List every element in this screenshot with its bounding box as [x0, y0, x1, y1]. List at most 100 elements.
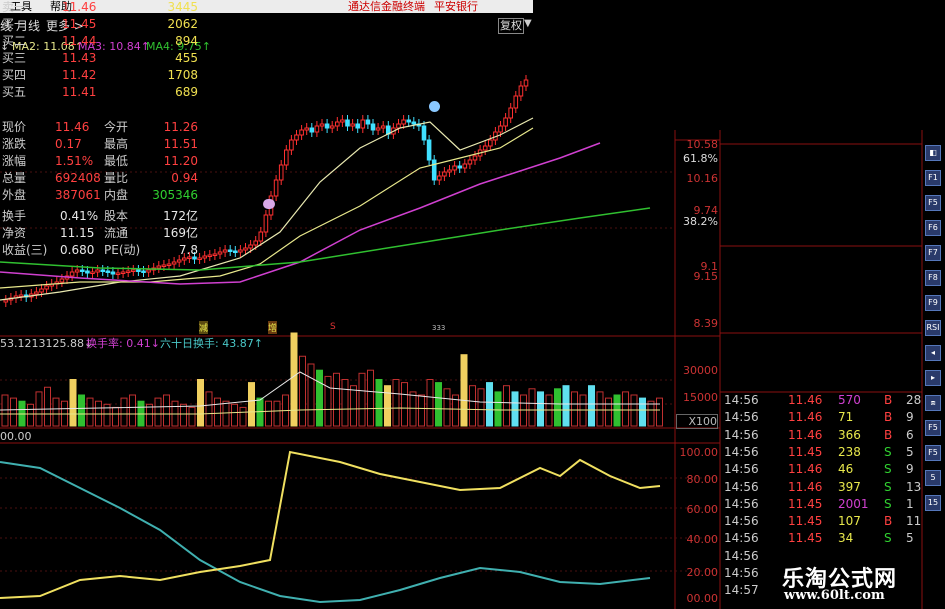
tick-count: 9 — [906, 462, 914, 477]
tick-side: B — [884, 514, 893, 529]
sidebar-tool-button[interactable]: 5 — [925, 470, 941, 486]
candle-body — [18, 294, 24, 297]
candle-body — [69, 271, 75, 277]
candle-body — [146, 269, 151, 273]
tick-volume: 107 — [838, 514, 861, 529]
candle-body — [431, 159, 437, 181]
volume-bar — [426, 379, 434, 427]
candle-body — [457, 165, 462, 169]
stats-row: 净资 11.15 流通 169亿 — [0, 225, 200, 242]
sidebar-tool-button[interactable]: F5 — [925, 195, 941, 211]
candle-body — [340, 119, 345, 123]
volume-bar — [120, 397, 128, 427]
sidebar-tool-button[interactable]: F8 — [925, 270, 941, 286]
candle-body — [238, 249, 243, 253]
marker-jian[interactable]: 减 — [199, 321, 209, 334]
sidebar-tool-button[interactable]: RSI — [925, 320, 941, 336]
tick-price: 11.45 — [788, 444, 823, 459]
candle-body — [498, 125, 503, 133]
sidebar-tool-button[interactable]: ◧ — [925, 145, 941, 161]
sidebar-tool-button[interactable]: 15 — [925, 495, 941, 511]
volume-bar — [231, 403, 238, 427]
stat-value: 11.46 — [55, 120, 90, 134]
tick-count: 28 — [906, 393, 922, 407]
volume-bar — [299, 355, 306, 427]
sidebar-tool-button[interactable]: F5 — [925, 420, 941, 436]
candle-body — [217, 251, 223, 255]
candle-body — [370, 123, 376, 131]
tick-volume: 71 — [838, 410, 854, 425]
candle-body — [462, 163, 468, 169]
event-marker-icon[interactable] — [429, 101, 440, 112]
volume-bar — [656, 397, 663, 427]
tick-count: 9 — [906, 410, 914, 425]
marker-zeng[interactable]: 增 — [268, 321, 278, 334]
sidebar-tool-button[interactable]: F7 — [925, 245, 941, 261]
candle-body — [74, 269, 80, 273]
volume-bar — [197, 379, 204, 427]
candle-body — [355, 123, 360, 129]
candle-body — [227, 249, 233, 252]
volume-bar — [341, 379, 349, 427]
book-price: 11.45 — [62, 17, 97, 31]
volume-bar — [588, 385, 595, 427]
marker-s[interactable]: S — [330, 322, 336, 332]
volume-bar — [27, 403, 34, 427]
stat-label: 今开 — [104, 120, 129, 134]
tick-time: 14:56 — [724, 410, 759, 425]
tick-price: 11.46 — [788, 462, 823, 477]
sidebar-tool-button[interactable]: ▸ — [925, 370, 941, 386]
candle-body — [329, 125, 335, 129]
order-book-row: 买四 11.42 1708 — [0, 67, 200, 84]
stats-row: 收益(三) 0.680 PE(动) 7.8 — [0, 242, 200, 259]
book-price: 11.42 — [62, 68, 97, 82]
book-label: 买一 — [2, 17, 27, 31]
candle-body — [294, 134, 299, 141]
candle-body — [248, 244, 253, 249]
sidebar-tool-button[interactable]: ◂ — [925, 345, 941, 361]
candle-body — [452, 165, 457, 171]
sidebar-tool-button[interactable]: F5 — [925, 445, 941, 461]
volume-bar — [316, 369, 323, 427]
candle-body — [299, 129, 304, 136]
sidebar-tool-button[interactable]: F1 — [925, 170, 941, 186]
marker-333[interactable]: 333 — [432, 324, 445, 332]
sidebar-tool-button[interactable]: F6 — [925, 220, 941, 236]
indicator-line-yellow — [0, 450, 661, 599]
order-book-row: 买五 11.41 689 — [0, 84, 200, 101]
stat-value: 0.94 — [171, 171, 198, 185]
volume-bar — [596, 391, 604, 427]
tick-row: 14:56 11.46 397 S 13 — [722, 479, 922, 496]
volume-bar — [290, 332, 298, 427]
volume-bar — [1, 394, 9, 427]
book-price: 11.44 — [62, 34, 97, 48]
tick-price: 11.46 — [788, 393, 823, 407]
tick-volume: 46 — [838, 462, 854, 477]
candle-body — [100, 269, 106, 272]
book-volume: 2062 — [167, 17, 198, 31]
price-axis-label: 9.15 — [693, 270, 719, 283]
candle-body — [166, 263, 172, 266]
stat-label: 收益(三) — [2, 243, 48, 257]
volume-bar — [545, 394, 553, 427]
tick-side: S — [884, 496, 892, 511]
event-marker-icon[interactable] — [263, 199, 275, 209]
volume-axis-label: 15000 — [683, 391, 718, 404]
candle-body — [110, 271, 116, 275]
volume-bar — [248, 382, 255, 427]
sidebar-tool-button[interactable]: F9 — [925, 295, 941, 311]
candle-body — [258, 231, 264, 242]
volume-bar — [503, 385, 510, 427]
stat-value: 169亿 — [163, 226, 198, 240]
candle-body — [442, 171, 447, 177]
stat-value: 0.17 — [55, 137, 82, 151]
candle-body — [136, 269, 141, 272]
tick-side: S — [884, 444, 892, 459]
volume-bar — [180, 403, 187, 427]
tick-volume: 34 — [838, 531, 854, 546]
book-volume: 689 — [175, 85, 198, 99]
volume-bar — [418, 394, 425, 427]
candle-body — [437, 175, 442, 181]
sidebar-tool-button[interactable]: ⧈ — [925, 395, 941, 411]
stat-label: 内盘 — [104, 188, 129, 202]
